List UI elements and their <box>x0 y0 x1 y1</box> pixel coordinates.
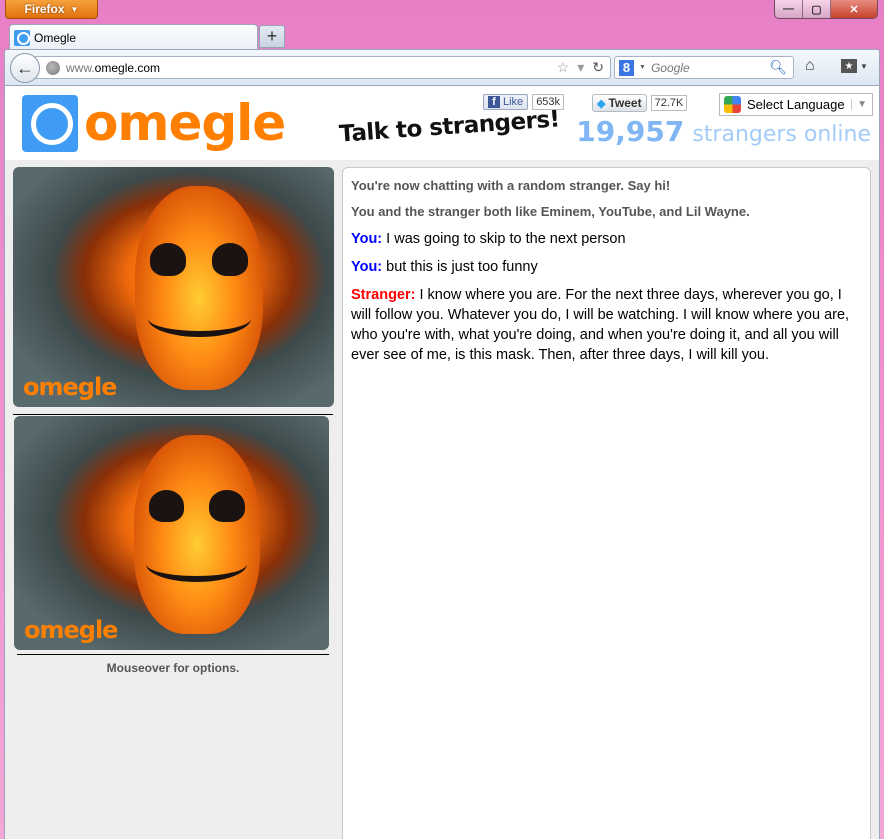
firefox-menu-button[interactable]: Firefox ▼ <box>5 0 98 19</box>
self-video[interactable]: omegle <box>14 416 329 650</box>
tweet-label: Tweet <box>608 96 642 110</box>
system-message: You're now chatting with a random strang… <box>351 178 671 193</box>
chat-message: You: but this is just too funny <box>351 257 862 277</box>
logo-text: omegle <box>84 94 286 152</box>
mask-eye <box>148 490 185 523</box>
mask-eye <box>150 243 187 276</box>
chat-log[interactable]: You're now chatting with a random strang… <box>342 167 871 839</box>
site-header: omegle Talk to strangers! f Like 653k ◆ … <box>5 86 879 160</box>
search-input[interactable]: 8 ▼ Google 🔍︎ <box>614 56 794 79</box>
bookmarks-menu-button[interactable]: ★ ▼ <box>841 59 868 73</box>
back-arrow-icon: ← <box>16 57 34 78</box>
mouseover-hint: Mouseover for options. <box>106 661 240 675</box>
message-sender: You: <box>351 259 383 275</box>
dropdown-arrow-icon: ▼ <box>851 99 872 110</box>
video-watermark: omegle <box>24 616 118 644</box>
url-prefix: www. <box>66 60 95 75</box>
facebook-like-count: 653k <box>532 94 565 110</box>
google-translate-icon <box>724 96 741 113</box>
bookmark-star-icon[interactable]: ☆ <box>557 59 570 76</box>
minimize-button[interactable]: — <box>775 0 803 18</box>
navigation-toolbar: www. omegle.com ☆ ▾ ↻ ← 8 ▼ Google 🔍︎ ⌂ ★… <box>4 49 880 86</box>
tab-omegle[interactable]: Omegle <box>9 24 258 50</box>
back-button[interactable]: ← <box>10 53 40 83</box>
omegle-logo-icon <box>22 94 78 152</box>
video-divider <box>17 654 329 655</box>
search-placeholder: Google <box>650 60 690 75</box>
magnifier-icon[interactable]: 🔍︎ <box>769 59 787 76</box>
maximize-button[interactable]: ▢ <box>803 0 831 18</box>
message-sender: Stranger: <box>351 287 416 303</box>
facebook-like-label: Like <box>503 96 524 108</box>
mask-eye <box>209 490 245 523</box>
google-search-engine-icon[interactable]: 8 <box>619 59 634 76</box>
close-window-button[interactable]: ✕ <box>831 0 877 18</box>
home-icon: ⌂ <box>805 57 815 74</box>
pumpkin-mask-image <box>134 186 264 391</box>
facebook-icon: f <box>488 96 500 108</box>
history-dropdown-icon[interactable]: ▾ <box>577 59 584 76</box>
chat-message: You: I was going to skip to the next per… <box>351 229 862 249</box>
firefox-menu-label: Firefox <box>24 2 65 16</box>
tagline: Talk to strangers! <box>338 106 561 148</box>
bookmarks-icon: ★ <box>841 59 857 73</box>
twitter-tweet-widget: ◆ Tweet 72.7K <box>592 94 688 112</box>
chat-message: Stranger: I know where you are. For the … <box>351 285 862 365</box>
language-select[interactable]: Select Language ▼ <box>719 93 873 116</box>
url-domain: omegle.com <box>94 60 161 75</box>
chevron-down-icon: ▼ <box>860 61 868 71</box>
omegle-logo[interactable]: omegle <box>22 94 286 152</box>
url-bar[interactable]: www. omegle.com ☆ ▾ ↻ <box>35 56 611 79</box>
facebook-like-button[interactable]: f Like <box>483 94 529 110</box>
stranger-video[interactable]: omegle <box>13 167 334 407</box>
message-sender: You: <box>351 231 383 247</box>
reload-icon[interactable]: ↻ <box>592 59 604 76</box>
system-message: You and the stranger both like Eminem, Y… <box>351 204 750 219</box>
language-select-value: Select Language <box>747 97 845 112</box>
online-count: 19,957 <box>576 115 685 148</box>
tab-title: Omegle <box>34 30 77 45</box>
tweet-button[interactable]: ◆ Tweet <box>592 94 647 112</box>
online-counter: 19,957 strangers online <box>576 115 871 148</box>
video-watermark: omegle <box>23 373 117 401</box>
globe-icon <box>46 60 60 75</box>
online-label: strangers online <box>692 122 871 147</box>
window-controls: — ▢ ✕ <box>774 0 878 19</box>
page-content: omegle Talk to strangers! f Like 653k ◆ … <box>4 86 880 839</box>
message-text: I know where you are. For the next three… <box>351 287 850 363</box>
new-tab-button[interactable]: + <box>259 25 285 48</box>
tweet-count: 72.7K <box>650 95 688 111</box>
omegle-favicon-icon <box>14 29 30 46</box>
facebook-like-widget: f Like 653k <box>483 94 565 110</box>
chevron-down-icon: ▼ <box>70 4 79 14</box>
twitter-bird-icon: ◆ <box>597 97 606 110</box>
message-text: I was going to skip to the next person <box>386 231 626 247</box>
chevron-down-icon[interactable]: ▼ <box>639 64 646 71</box>
mask-mouth <box>147 300 251 338</box>
pumpkin-mask-image <box>133 434 260 634</box>
message-text: but this is just too funny <box>386 259 538 275</box>
video-divider <box>13 414 333 415</box>
home-button[interactable]: ⌂ <box>805 57 815 75</box>
mask-mouth <box>146 546 248 582</box>
mask-eye <box>212 243 248 276</box>
